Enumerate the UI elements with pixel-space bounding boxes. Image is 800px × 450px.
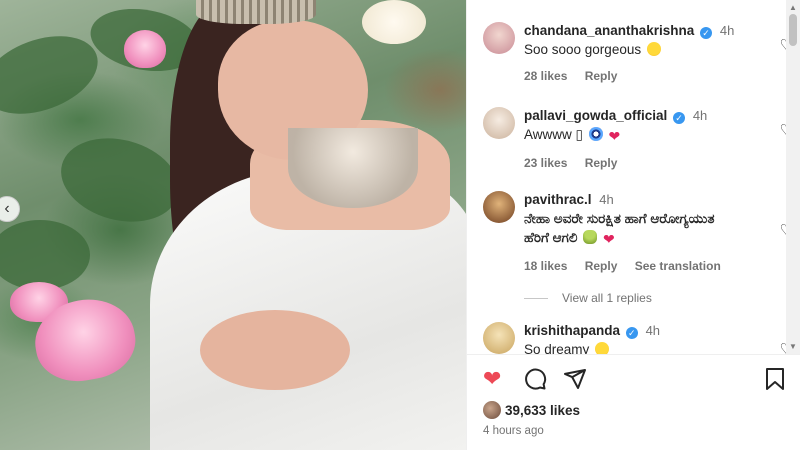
avatar[interactable] — [483, 22, 515, 54]
comment-bubble-icon[interactable] — [523, 367, 547, 396]
avatar — [483, 401, 501, 419]
comment-text: ನೇಹಾ ಅವರೇ ಸುರಕ್ಷಿತ ಹಾಗೆ ಆರೋಗ್ಯಯುತ ಹೆರಿಗೆ… — [524, 211, 715, 245]
photo-hair-flowers — [362, 0, 426, 44]
share-send-icon[interactable] — [563, 367, 587, 396]
comment-time[interactable]: 4h — [693, 108, 707, 123]
comment-text: Awwww ▯ — [524, 127, 583, 142]
reply-line-divider — [524, 298, 548, 300]
potted-plant-emoji-icon — [583, 230, 598, 244]
likes-count-label: 39,633 likes — [505, 403, 581, 418]
star-struck-emoji-icon — [595, 342, 610, 354]
photo-necklace — [288, 128, 418, 208]
comment-username[interactable]: pallavi_gowda_official — [524, 108, 667, 123]
comment-time[interactable]: 4h — [646, 323, 660, 338]
comment-time[interactable]: 4h — [599, 192, 613, 207]
comment-text: So dreamy — [524, 342, 590, 354]
comment-likes[interactable]: 23 likes — [524, 156, 567, 170]
likes-count[interactable]: 39,633 likes — [483, 401, 580, 419]
comment-time[interactable]: 4h — [720, 23, 734, 38]
verified-badge-icon: ✓ — [625, 327, 638, 339]
comment-username[interactable]: pavithrac.l — [524, 192, 592, 207]
avatar[interactable] — [483, 107, 515, 139]
verified-badge-icon: ✓ — [673, 112, 686, 124]
view-replies-button[interactable]: View all 1 replies — [524, 291, 652, 305]
carousel-prev-button[interactable]: ‹ — [0, 196, 20, 222]
like-heart-icon[interactable]: ❤ — [483, 367, 501, 391]
comment-likes[interactable]: 28 likes — [524, 69, 567, 83]
red-heart-emoji-icon: ❤ — [602, 231, 615, 247]
comments-scrollbar[interactable]: ▲ ▼ — [786, 0, 800, 354]
comment-likes[interactable]: 18 likes — [524, 259, 567, 273]
chevron-left-icon: ‹ — [4, 200, 10, 217]
see-translation-link[interactable]: See translation — [635, 259, 721, 273]
red-heart-emoji-icon: ❤ — [608, 128, 621, 144]
photo-hand — [200, 310, 350, 390]
comment-username[interactable]: krishithapanda — [524, 323, 620, 338]
avatar[interactable] — [483, 191, 515, 223]
reply-button[interactable]: Reply — [585, 156, 618, 170]
post-photo: ‹ — [0, 0, 466, 450]
comments-panel: chandana_ananthakrishna ✓ 4h Soo sooo go… — [466, 0, 800, 450]
photo-leaf — [51, 125, 189, 235]
comment-text: Soo sooo gorgeous — [524, 42, 642, 57]
verified-badge-icon: ✓ — [700, 27, 713, 39]
avatar[interactable] — [483, 322, 515, 354]
post-timestamp[interactable]: 4 hours ago — [483, 425, 544, 437]
comments-list: chandana_ananthakrishna ✓ 4h Soo sooo go… — [467, 0, 787, 354]
lotus-flower — [124, 30, 166, 68]
scroll-up-arrow-icon[interactable]: ▲ — [789, 3, 797, 12]
comment-username[interactable]: chandana_ananthakrishna — [524, 23, 694, 38]
reply-button[interactable]: Reply — [585, 259, 618, 273]
post-actions-bar: ❤ 39,633 likes 4 hours ago — [467, 354, 800, 450]
reply-button[interactable]: Reply — [585, 69, 618, 83]
photo-leaf — [0, 220, 90, 290]
bookmark-save-icon[interactable] — [764, 367, 786, 396]
scrollbar-thumb[interactable] — [789, 14, 797, 46]
star-struck-emoji-icon — [646, 42, 661, 56]
photo-headpiece — [196, 0, 316, 24]
view-replies-label: View all 1 replies — [562, 291, 652, 305]
scroll-down-arrow-icon[interactable]: ▼ — [789, 342, 797, 351]
nazar-amulet-emoji-icon — [588, 127, 603, 141]
